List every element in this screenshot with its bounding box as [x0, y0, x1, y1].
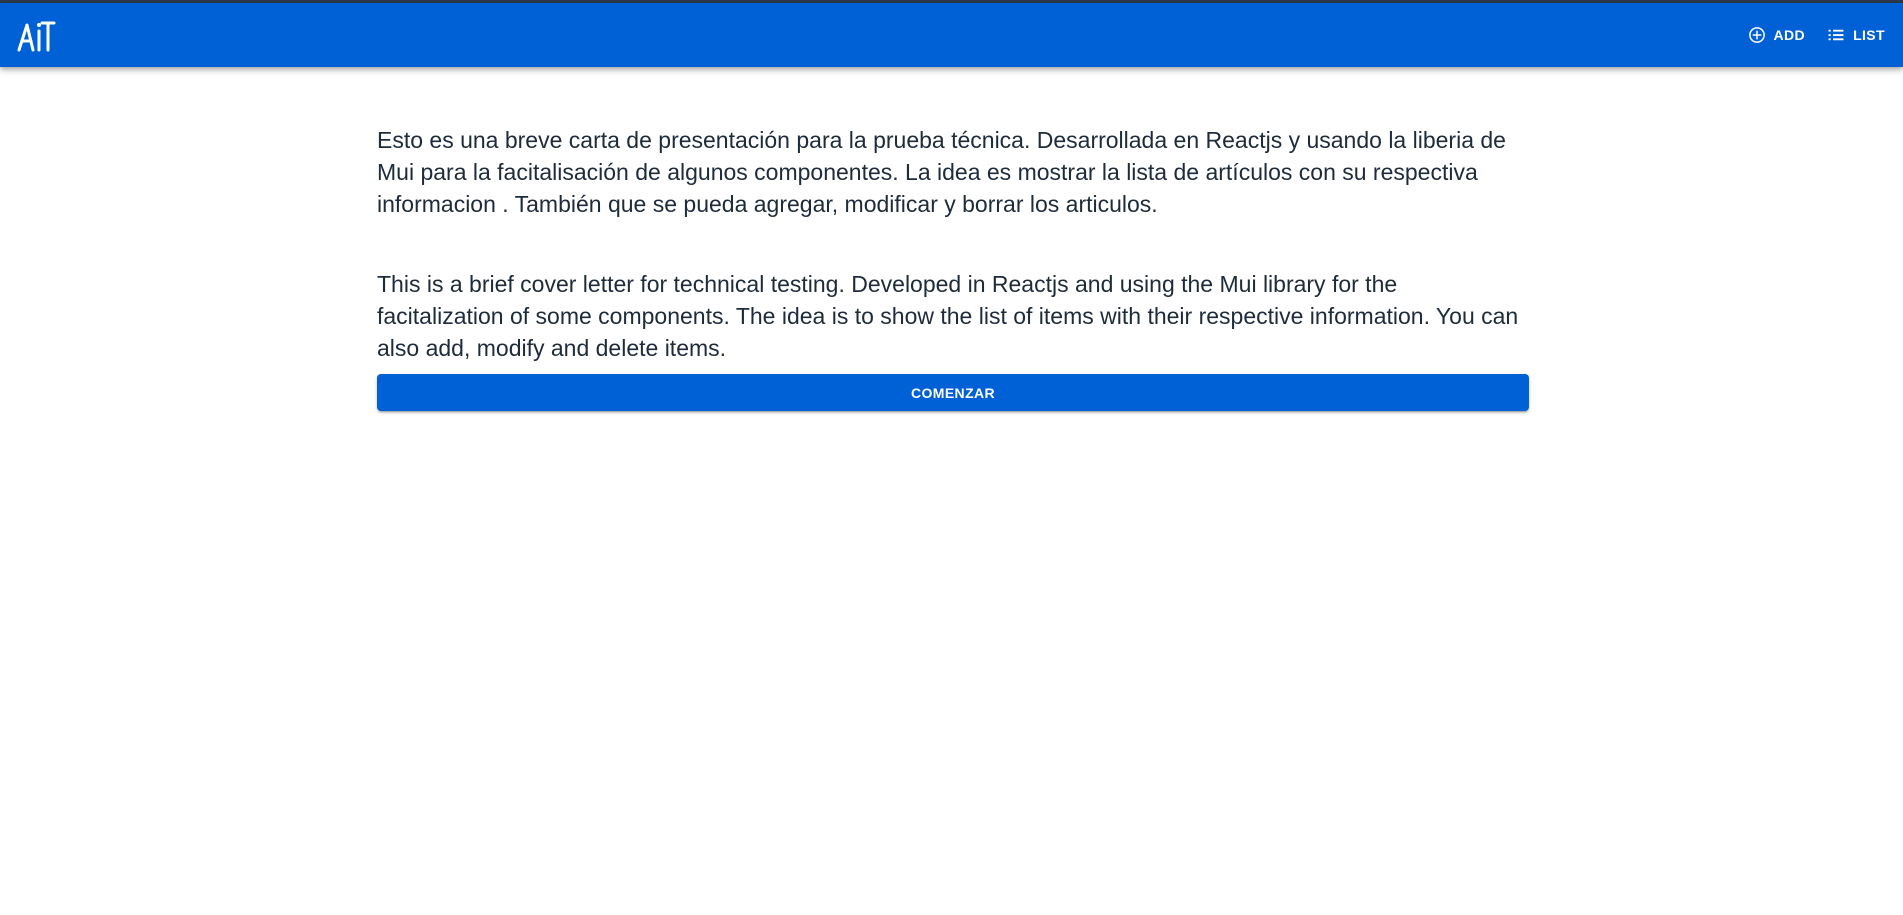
start-button[interactable]: COMENZAR	[377, 374, 1529, 411]
top-nav: ADD LIST	[1740, 3, 1893, 67]
main-content: Esto es una breve carta de presentación …	[377, 124, 1529, 411]
list-icon	[1828, 29, 1844, 41]
intro-paragraph-es: Esto es una breve carta de presentación …	[377, 127, 1506, 217]
intro-paragraph-en: This is a brief cover letter for technic…	[377, 271, 1519, 361]
add-nav-label: ADD	[1773, 27, 1806, 43]
list-nav-button[interactable]: LIST	[1819, 20, 1893, 50]
add-circle-outline-icon	[1748, 27, 1765, 43]
ait-logo-icon[interactable]	[16, 17, 56, 53]
list-nav-label: LIST	[1853, 27, 1885, 43]
add-nav-button[interactable]: ADD	[1740, 20, 1814, 50]
app-bar: ADD LIST	[0, 3, 1903, 67]
